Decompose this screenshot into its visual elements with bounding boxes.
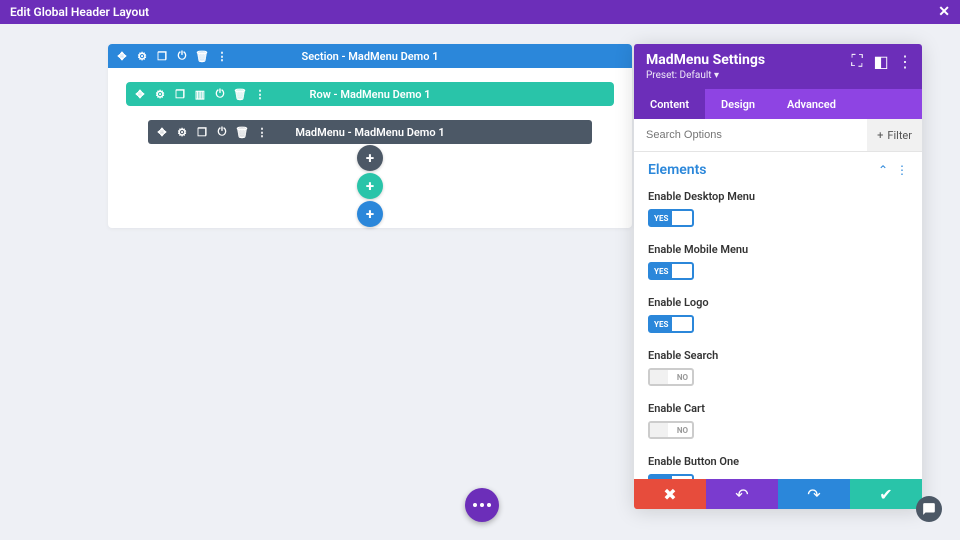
trash-icon[interactable]: 🗑 (196, 50, 208, 62)
module-toolbar: ✥ ⚙ ❐ ⏻ 🗑 ⋮ (148, 126, 268, 138)
add-row-button[interactable]: + (357, 173, 383, 199)
save-button[interactable]: ✔ (850, 479, 922, 509)
plus-icon: + (877, 129, 883, 142)
tab-design[interactable]: Design (705, 89, 771, 119)
toggle[interactable]: NO (648, 368, 694, 386)
tab-content[interactable]: Content (634, 89, 705, 119)
undo-button[interactable]: ↶ (706, 479, 778, 509)
toggle[interactable]: YES (648, 474, 694, 479)
more-icon[interactable]: ⋮ (254, 88, 266, 100)
top-bar-title: Edit Global Header Layout (10, 5, 149, 19)
option-label: Enable Logo (648, 296, 908, 309)
option-2: Enable Logo YES (648, 296, 908, 333)
module-header[interactable]: ✥ ⚙ ❐ ⏻ 🗑 ⋮ MadMenu - MadMenu Demo 1 (148, 120, 592, 144)
page-settings-fab[interactable] (465, 488, 499, 522)
option-label: Enable Mobile Menu (648, 243, 908, 256)
more-icon[interactable]: ⋮ (898, 54, 912, 68)
section: ✥ ⚙ ❐ ⏻ 🗑 ⋮ Section - MadMenu Demo 1 ✥ ⚙… (108, 44, 632, 228)
power-icon[interactable]: ⏻ (216, 126, 228, 138)
power-icon[interactable]: ⏻ (214, 88, 226, 100)
toggle[interactable]: YES (648, 315, 694, 333)
option-label: Enable Desktop Menu (648, 190, 908, 203)
option-label: Enable Button One (648, 455, 908, 468)
gear-icon[interactable]: ⚙ (136, 50, 148, 62)
add-section-button[interactable]: + (357, 201, 383, 227)
settings-panel: MadMenu Settings Preset: Default ▾ ⛶ ◧ ⋮… (634, 44, 922, 509)
filter-button[interactable]: +Filter (867, 119, 922, 151)
chevron-down-icon: ▾ (714, 70, 719, 81)
search-row: +Filter (634, 119, 922, 152)
chevron-up-icon[interactable]: ⌃ (878, 163, 888, 177)
duplicate-icon[interactable]: ❐ (196, 126, 208, 138)
search-input[interactable] (634, 119, 867, 151)
section-toolbar: ✥ ⚙ ❐ ⏻ 🗑 ⋮ (108, 50, 228, 62)
builder-canvas: ✥ ⚙ ❐ ⏻ 🗑 ⋮ Section - MadMenu Demo 1 ✥ ⚙… (108, 44, 632, 228)
options-scroll[interactable]: Elements ⌃ ⋮ Enable Desktop MenuYESEnabl… (634, 152, 922, 479)
row-toolbar: ✥ ⚙ ❐ ▥ ⏻ 🗑 ⋮ (126, 88, 266, 100)
group-header[interactable]: Elements ⌃ ⋮ (648, 162, 908, 178)
top-bar: Edit Global Header Layout ✕ (0, 0, 960, 24)
option-4: Enable Cart NO (648, 402, 908, 439)
trash-icon[interactable]: 🗑 (236, 126, 248, 138)
move-icon[interactable]: ✥ (116, 50, 128, 62)
power-icon[interactable]: ⏻ (176, 50, 188, 62)
redo-button[interactable]: ↷ (778, 479, 850, 509)
panel-footer: ✖ ↶ ↷ ✔ (634, 479, 922, 509)
toggle[interactable]: YES (648, 262, 694, 280)
help-button[interactable] (916, 496, 942, 522)
tab-advanced[interactable]: Advanced (771, 89, 852, 119)
group-title: Elements (648, 162, 706, 178)
option-3: Enable Search NO (648, 349, 908, 386)
panel-header[interactable]: MadMenu Settings Preset: Default ▾ ⛶ ◧ ⋮ (634, 44, 922, 89)
row-header[interactable]: ✥ ⚙ ❐ ▥ ⏻ 🗑 ⋮ Row - MadMenu Demo 1 (126, 82, 614, 106)
more-icon[interactable]: ⋮ (216, 50, 228, 62)
expand-icon[interactable]: ⛶ (850, 54, 864, 68)
option-1: Enable Mobile Menu YES (648, 243, 908, 280)
section-header[interactable]: ✥ ⚙ ❐ ⏻ 🗑 ⋮ Section - MadMenu Demo 1 (108, 44, 632, 68)
more-icon[interactable]: ⋮ (896, 163, 908, 177)
toggle[interactable]: NO (648, 421, 694, 439)
gear-icon[interactable]: ⚙ (154, 88, 166, 100)
more-icon[interactable]: ⋮ (256, 126, 268, 138)
toggle[interactable]: YES (648, 209, 694, 227)
move-icon[interactable]: ✥ (156, 126, 168, 138)
option-label: Enable Cart (648, 402, 908, 415)
snap-icon[interactable]: ◧ (874, 54, 888, 68)
duplicate-icon[interactable]: ❐ (174, 88, 186, 100)
duplicate-icon[interactable]: ❐ (156, 50, 168, 62)
trash-icon[interactable]: 🗑 (234, 88, 246, 100)
add-module-button[interactable]: + (357, 145, 383, 171)
option-label: Enable Search (648, 349, 908, 362)
cancel-button[interactable]: ✖ (634, 479, 706, 509)
option-0: Enable Desktop Menu YES (648, 190, 908, 227)
gear-icon[interactable]: ⚙ (176, 126, 188, 138)
move-icon[interactable]: ✥ (134, 88, 146, 100)
close-icon[interactable]: ✕ (938, 4, 950, 20)
preset-selector[interactable]: Preset: Default ▾ (646, 70, 910, 81)
panel-tabs: Content Design Advanced (634, 89, 922, 119)
columns-icon[interactable]: ▥ (194, 88, 206, 100)
option-5: Enable Button One YES (648, 455, 908, 479)
